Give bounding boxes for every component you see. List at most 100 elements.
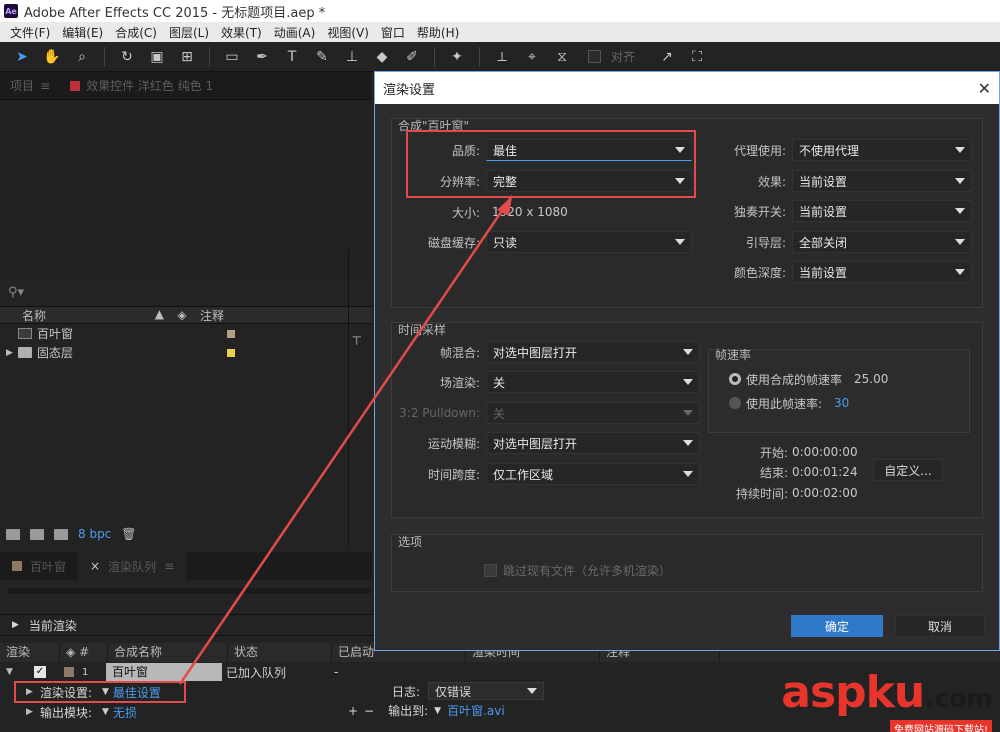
this-rate-value[interactable]: 30: [834, 396, 849, 410]
column-comp-name[interactable]: 合成名称: [108, 643, 228, 662]
menu-animation[interactable]: 动画(A): [268, 24, 322, 41]
bit-depth-button[interactable]: 8 bpc: [78, 527, 111, 541]
new-folder-icon[interactable]: [30, 528, 44, 540]
disk-cache-row: 磁盘缓存: 只读: [398, 231, 692, 253]
clone-stamp-tool-icon[interactable]: ⊥: [340, 46, 364, 68]
view-axis-icon[interactable]: ⧖: [550, 46, 574, 68]
menu-window[interactable]: 窗口: [375, 24, 411, 41]
disk-cache-value: 只读: [493, 235, 518, 250]
remove-output-icon[interactable]: −: [364, 704, 374, 718]
use-this-rate-radio[interactable]: [729, 397, 741, 409]
type-tool-icon[interactable]: T: [280, 46, 304, 68]
dropdown-arrow-icon[interactable]: ▼: [102, 707, 109, 717]
chevron-down-icon: [683, 410, 693, 416]
project-search-field[interactable]: ⚲▾: [0, 278, 372, 306]
frame-blend-select[interactable]: 对选中图层打开: [486, 341, 700, 363]
pen-tool-icon[interactable]: ✒: [250, 46, 274, 68]
output-to-link[interactable]: 百叶窗.avi: [447, 702, 505, 719]
delete-icon[interactable]: 🗑: [121, 527, 136, 541]
menu-help[interactable]: 帮助(H): [411, 24, 465, 41]
rotate-tool-icon[interactable]: ↻: [115, 46, 139, 68]
expand-arrow-icon[interactable]: ▶: [26, 707, 40, 717]
hand-tool-icon[interactable]: ✋: [40, 46, 64, 68]
tab-project[interactable]: 项目 ≡: [0, 77, 60, 94]
brush-tool-icon[interactable]: ✎: [310, 46, 334, 68]
output-module-link[interactable]: 无损: [113, 704, 137, 721]
motion-blur-select[interactable]: 对选中图层打开: [486, 432, 700, 454]
pan-behind-tool-icon[interactable]: ⊞: [175, 46, 199, 68]
label-tag-icon: ◈: [66, 645, 76, 659]
interpret-footage-icon[interactable]: [6, 528, 20, 540]
tab-effect-controls[interactable]: 效果控件 洋红色 纯色 1: [60, 77, 223, 94]
disk-cache-select[interactable]: 只读: [486, 231, 692, 253]
duration-value: 0:00:02:00: [792, 486, 858, 500]
snap-checkbox[interactable]: [588, 50, 601, 63]
ok-button[interactable]: 确定: [791, 615, 883, 637]
tab-effect-controls-label: 效果控件 洋红色 纯色 1: [86, 79, 214, 93]
add-output-icon[interactable]: +: [348, 704, 358, 718]
expand-arrow-icon[interactable]: ▶: [12, 620, 19, 630]
log-select[interactable]: 仅错误: [428, 682, 545, 700]
motion-blur-value: 对选中图层打开: [493, 436, 578, 451]
field-render-select[interactable]: 关: [486, 371, 700, 393]
close-icon[interactable]: ✕: [978, 79, 991, 98]
zoom-tool-icon[interactable]: ⌕: [70, 46, 94, 68]
menu-composition[interactable]: 合成(C): [109, 24, 163, 41]
use-comp-rate-radio[interactable]: [729, 373, 741, 385]
use-comp-rate-row[interactable]: 使用合成的帧速率 25.00: [729, 368, 888, 390]
effects-value: 当前设置: [799, 174, 848, 189]
puppet-tool-icon[interactable]: ✦: [445, 46, 469, 68]
rectangle-tool-icon[interactable]: ▭: [220, 46, 244, 68]
project-item-composition[interactable]: 百叶窗: [0, 324, 372, 343]
menu-layer[interactable]: 图层(L): [163, 24, 215, 41]
expand-arrow-icon[interactable]: ▼: [6, 667, 13, 677]
menu-view[interactable]: 视图(V): [321, 24, 375, 41]
color-depth-select[interactable]: 当前设置: [792, 261, 972, 283]
label-color-swatch[interactable]: [64, 667, 74, 677]
world-axis-icon[interactable]: ⌖: [520, 46, 544, 68]
snap-features-icon[interactable]: ⛶: [685, 46, 709, 68]
menu-edit[interactable]: 编辑(E): [56, 24, 109, 41]
disk-cache-label: 磁盘缓存:: [427, 235, 480, 250]
camera-tool-icon[interactable]: ▣: [145, 46, 169, 68]
tab-composition[interactable]: 百叶窗: [0, 552, 78, 580]
menu-file[interactable]: 文件(F): [4, 24, 56, 41]
field-render-row: 场渲染: 关: [398, 371, 700, 393]
time-span-select[interactable]: 仅工作区域: [486, 463, 700, 485]
column-status[interactable]: 状态: [228, 643, 332, 662]
menu-effect[interactable]: 效果(T): [215, 24, 268, 41]
custom-time-button[interactable]: 自定义...: [873, 459, 943, 481]
snap-edges-icon[interactable]: ↗: [655, 46, 679, 68]
render-checkbox[interactable]: ✓: [34, 666, 46, 678]
column-name[interactable]: 名称 ▲: [0, 307, 170, 324]
panel-menu-icon[interactable]: ≡: [164, 559, 174, 573]
proxy-select[interactable]: 不使用代理: [792, 139, 972, 161]
use-this-rate-row[interactable]: 使用此帧速率: 30: [729, 392, 849, 414]
guide-layers-select[interactable]: 全部关闭: [792, 231, 972, 253]
label-tag-icon[interactable]: ◈: [170, 308, 194, 322]
dropdown-arrow-icon[interactable]: ▼: [434, 706, 441, 716]
project-item-name: 固态层: [37, 346, 74, 360]
column-number[interactable]: ◈ #: [60, 643, 108, 662]
solo-select[interactable]: 当前设置: [792, 200, 972, 222]
effects-select[interactable]: 当前设置: [792, 170, 972, 192]
project-preview-area: [0, 100, 372, 278]
project-scrollbar[interactable]: [348, 250, 372, 546]
close-tab-icon[interactable]: ×: [90, 559, 100, 573]
label-color-swatch[interactable]: [227, 348, 235, 357]
label-color-swatch[interactable]: [227, 329, 235, 338]
expand-arrow-icon[interactable]: ▶: [6, 348, 13, 358]
comp-rate-value: 25.00: [854, 372, 889, 386]
selection-tool-icon[interactable]: ➤: [10, 46, 34, 68]
cancel-button[interactable]: 取消: [895, 615, 985, 637]
tab-render-queue[interactable]: × 渲染队列 ≡: [78, 552, 187, 580]
eraser-tool-icon[interactable]: ◆: [370, 46, 394, 68]
column-render[interactable]: 渲染: [0, 643, 60, 662]
new-composition-icon[interactable]: [54, 528, 68, 540]
effects-label: 效果:: [757, 174, 786, 189]
project-item-folder[interactable]: ▶ 固态层: [0, 343, 372, 362]
panel-menu-icon[interactable]: ≡: [40, 79, 50, 93]
local-axis-icon[interactable]: ⟂: [490, 46, 514, 68]
roto-brush-tool-icon[interactable]: ✐: [400, 46, 424, 68]
column-comment[interactable]: 注释: [194, 307, 224, 324]
